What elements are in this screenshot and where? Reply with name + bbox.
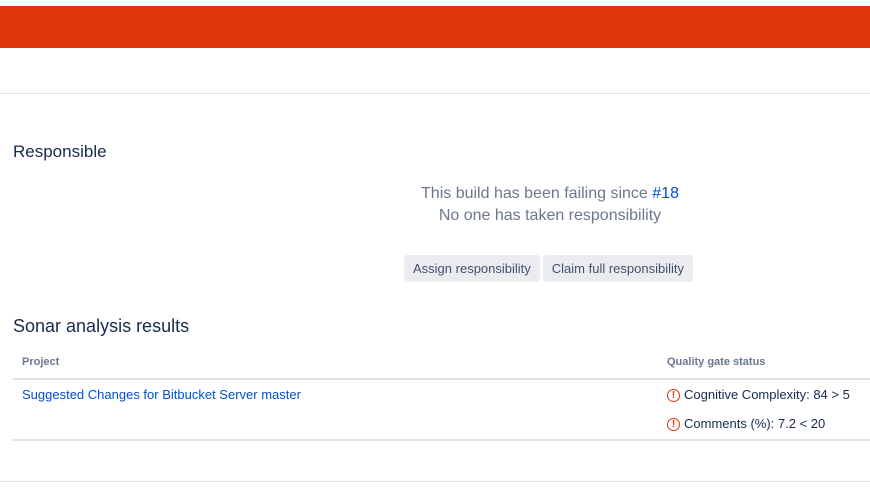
column-header-project: Project	[22, 355, 60, 368]
no-responsibility-text: No one has taken responsibility	[438, 207, 662, 224]
error-circle-icon: !	[667, 417, 680, 431]
quality-gate-cell: ! Cognitive Complexity: 84 > 5 ! Comment…	[662, 383, 870, 436]
quality-gate-condition: ! Cognitive Complexity: 84 > 5	[667, 383, 870, 407]
divider	[0, 93, 870, 94]
column-header-quality-gate: Quality gate status	[667, 355, 766, 368]
responsible-section-title: Responsible	[13, 142, 107, 161]
quality-gate-condition: ! Comments (%): 7.2 < 20	[667, 412, 870, 436]
sonar-results-table: Project Quality gate status Suggested Ch…	[13, 345, 870, 441]
build-status-banner	[0, 6, 870, 48]
failing-since-text: This build has been failing since #18	[330, 183, 770, 205]
failing-build-link[interactable]: #18	[652, 185, 679, 202]
error-circle-icon: !	[667, 388, 680, 402]
quality-gate-status-list: ! Cognitive Complexity: 84 > 5 ! Comment…	[667, 383, 870, 436]
claim-responsibility-button[interactable]: Claim full responsibility	[542, 255, 693, 282]
responsibility-status: This build has been failing since #18 No…	[330, 183, 770, 227]
project-link[interactable]: Suggested Changes for Bitbucket Server m…	[22, 387, 301, 402]
assign-responsibility-button[interactable]: Assign responsibility	[404, 255, 540, 282]
failing-since-label: This build has been failing since	[421, 185, 653, 202]
condition-text: Comments (%): 7.2 < 20	[684, 416, 826, 431]
sonar-section-title: Sonar analysis results	[13, 316, 190, 336]
project-cell: Suggested Changes for Bitbucket Server m…	[13, 383, 662, 436]
table-row: Suggested Changes for Bitbucket Server m…	[13, 380, 870, 441]
divider	[0, 481, 870, 482]
condition-text: Cognitive Complexity: 84 > 5	[684, 387, 850, 402]
responsibility-actions: Assign responsibility Claim full respons…	[404, 255, 693, 282]
table-header: Project Quality gate status	[13, 345, 870, 380]
